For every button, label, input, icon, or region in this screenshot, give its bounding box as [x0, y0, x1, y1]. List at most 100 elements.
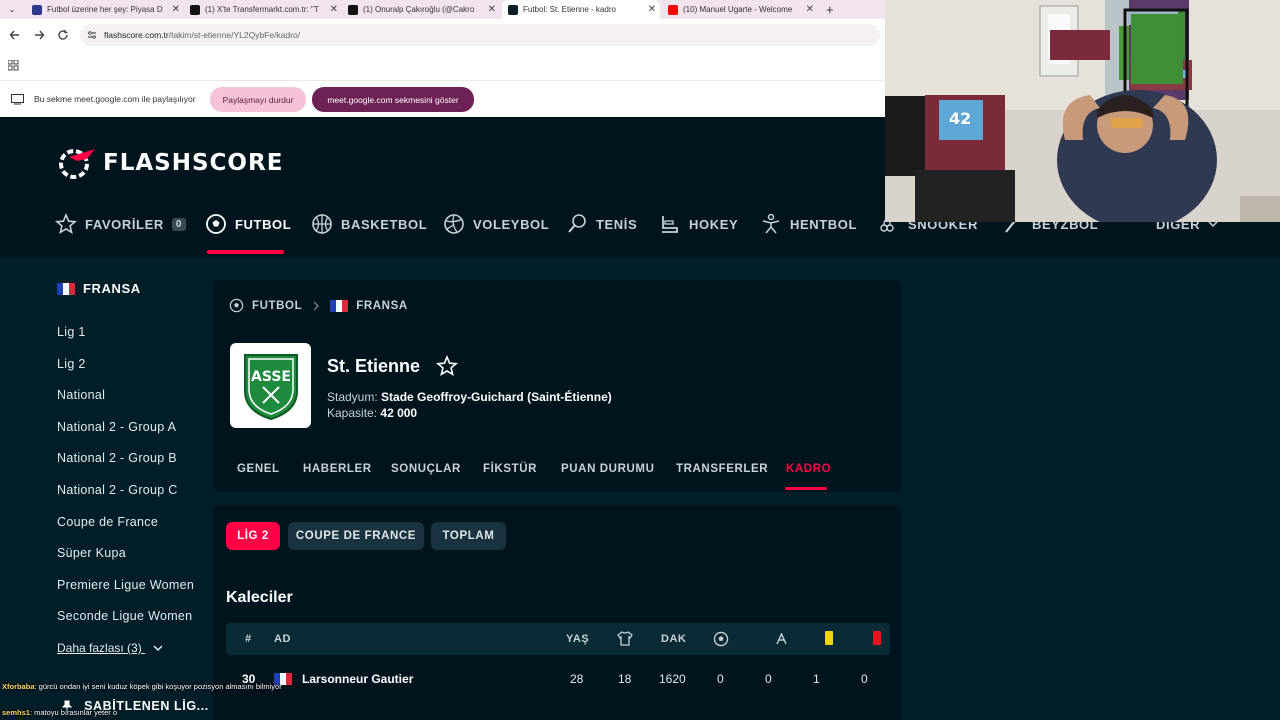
tab-results[interactable]: SONUÇLAR	[391, 463, 461, 475]
filter-ligue-2[interactable]: LİG 2	[226, 522, 280, 550]
tab-fixtures[interactable]: FİKSTÜR	[483, 463, 537, 475]
handball-icon	[762, 213, 780, 234]
sidebar-league-item[interactable]: National	[57, 388, 105, 402]
new-tab-button[interactable]: +	[820, 0, 840, 19]
tab-favicon-icon	[32, 4, 42, 15]
stadium-name: Stade Geoffroy-Guichard (Saint-Étienne)	[381, 390, 612, 404]
yellow-card-icon[interactable]	[825, 631, 833, 645]
tab-general[interactable]: GENEL	[237, 463, 280, 475]
tab-sharing-bar: Bu sekme meet.google.com ile paylaşılıyo…	[0, 80, 885, 117]
chevron-down-icon	[153, 645, 163, 652]
flashscore-logo-icon	[59, 149, 95, 179]
filter-coupe-de-france[interactable]: COUPE DE FRANCE	[288, 522, 424, 550]
browser-tab[interactable]: (10) Manuel Ugarte - Welcome ✕	[662, 0, 818, 19]
stadium-info: Stadyum: Stade Geoffroy-Guichard (Saint-…	[327, 390, 612, 404]
hockey-icon	[662, 216, 678, 233]
favorites-count-badge: 0	[171, 217, 187, 231]
browser-tab[interactable]: Futbol üzerine her şey: Piyasa D ✕	[26, 0, 184, 19]
section-title-goalkeepers: Kaleciler	[226, 589, 293, 606]
capacity-value: 42 000	[380, 406, 418, 420]
player-goals: 0	[717, 672, 724, 686]
nav-basketball[interactable]: BASKETBOL	[311, 213, 427, 235]
stop-sharing-button[interactable]: Paylaşmayı durdur	[210, 87, 306, 112]
asse-crest-icon: ASSE	[243, 353, 298, 420]
x-logo-icon	[190, 4, 200, 15]
flashscore-logo[interactable]: FLASHSCORE	[57, 145, 283, 181]
tab-search-button[interactable]: ⌄	[0, 0, 24, 19]
screen-share-icon	[11, 94, 24, 105]
close-icon[interactable]: ✕	[330, 4, 338, 15]
browser-tab-active[interactable]: Futbol: St. Etienne - kadro ✕	[502, 0, 660, 19]
site-info-icon[interactable]	[87, 30, 97, 40]
table-header: # AD YAŞ DAK	[226, 623, 890, 655]
header-name[interactable]: AD	[274, 633, 291, 645]
header-number: #	[245, 633, 252, 645]
tab-standings[interactable]: PUAN DURUMU	[561, 463, 655, 475]
sidebar-league-item[interactable]: National 2 - Group B	[57, 451, 177, 465]
sidebar-league-item[interactable]: Lig 2	[57, 357, 86, 371]
apps-grid-icon[interactable]	[8, 60, 19, 71]
sidebar-league-item[interactable]: Seconde Ligue Women	[57, 609, 192, 623]
basketball-icon	[312, 214, 332, 234]
browser-tab[interactable]: (1) X'te Transfermarkt.com.tr: "T ✕	[184, 0, 342, 19]
nav-volleyball[interactable]: VOLEYBOL	[443, 213, 549, 235]
active-tab-indicator	[785, 487, 827, 490]
browser-tab-strip: ⌄ Futbol üzerine her şey: Piyasa D ✕ (1)…	[0, 0, 885, 19]
youtube-favicon-icon	[668, 4, 678, 15]
tab-news[interactable]: HABERLER	[303, 463, 372, 475]
player-name[interactable]: Larsonneur Gautier	[302, 672, 413, 686]
header-age[interactable]: YAŞ	[566, 633, 589, 645]
url-host: flashscore.com.tr	[104, 30, 169, 40]
nav-favorites[interactable]: FAVORİLER 0	[55, 213, 187, 235]
sidebar-league-item[interactable]: Coupe de France	[57, 515, 158, 529]
tennis-icon	[568, 214, 586, 233]
forward-icon[interactable]	[33, 29, 45, 41]
address-toolbar: flashscore.com.tr/takim/st-etienne/YL2Qy…	[0, 19, 885, 51]
squad-card: LİG 2 COUPE DE FRANCE TOPLAM Kaleciler #…	[213, 505, 901, 720]
team-header-card: FUTBOL FRANSA ASSE St. Etienne Stadyum: …	[213, 280, 901, 492]
chat-username: semhs1	[2, 708, 30, 717]
breadcrumb-france[interactable]: FRANSA	[356, 300, 408, 312]
france-flag-icon	[57, 282, 75, 295]
favorite-star-icon[interactable]	[436, 355, 458, 377]
sidebar-league-item[interactable]: Süper Kupa	[57, 546, 126, 560]
nav-tennis[interactable]: TENİS	[566, 213, 637, 235]
header-minutes[interactable]: DAK	[661, 633, 686, 645]
sidebar-league-item[interactable]: National 2 - Group A	[57, 420, 176, 434]
league-sidebar: FRANSA Lig 1 Lig 2 National National 2 -…	[0, 257, 212, 720]
filter-total[interactable]: TOPLAM	[431, 522, 506, 550]
team-name: St. Etienne	[327, 356, 421, 376]
tab-squad[interactable]: KADRO	[786, 463, 831, 475]
jersey-icon[interactable]	[617, 631, 633, 646]
player-age: 28	[570, 672, 584, 686]
star-icon	[55, 213, 77, 234]
player-red-cards: 0	[861, 672, 868, 686]
url-path: /takim/st-etienne/YL2QybFe/kadro/	[168, 30, 301, 40]
reload-icon[interactable]	[57, 29, 69, 41]
close-icon[interactable]: ✕	[172, 4, 180, 15]
goal-ball-icon[interactable]	[713, 631, 729, 647]
active-sport-indicator	[207, 250, 284, 254]
nav-football[interactable]: FUTBOL	[205, 213, 291, 235]
sidebar-league-item[interactable]: Lig 1	[57, 325, 86, 339]
red-card-icon[interactable]	[873, 631, 881, 645]
x-logo-icon	[348, 4, 358, 15]
sidebar-league-item[interactable]: National 2 - Group C	[57, 483, 178, 497]
back-icon[interactable]	[9, 29, 21, 41]
sidebar-country[interactable]: FRANSA	[57, 281, 141, 296]
close-icon[interactable]: ✕	[806, 4, 814, 15]
nav-handball[interactable]: HENTBOL	[760, 213, 857, 235]
nav-hockey[interactable]: HOKEY	[659, 213, 738, 235]
more-leagues-link[interactable]: Daha fazlası (3)	[57, 641, 163, 655]
show-meet-tab-button[interactable]: meet.google.com sekmesini göster	[312, 87, 474, 112]
soccer-ball-icon	[229, 298, 244, 313]
close-icon[interactable]: ✕	[648, 4, 656, 15]
close-icon[interactable]: ✕	[488, 4, 496, 15]
browser-tab[interactable]: (1) Onuralp Çakıroğlu (@Cakro ✕	[342, 0, 500, 19]
breadcrumb-football[interactable]: FUTBOL	[252, 300, 302, 312]
sidebar-league-item[interactable]: Premiere Ligue Women	[57, 578, 194, 592]
assist-icon[interactable]	[776, 633, 787, 645]
breadcrumb: FUTBOL FRANSA	[229, 298, 408, 313]
url-bar[interactable]: flashscore.com.tr/takim/st-etienne/YL2Qy…	[80, 24, 880, 46]
tab-transfers[interactable]: TRANSFERLER	[676, 463, 768, 475]
